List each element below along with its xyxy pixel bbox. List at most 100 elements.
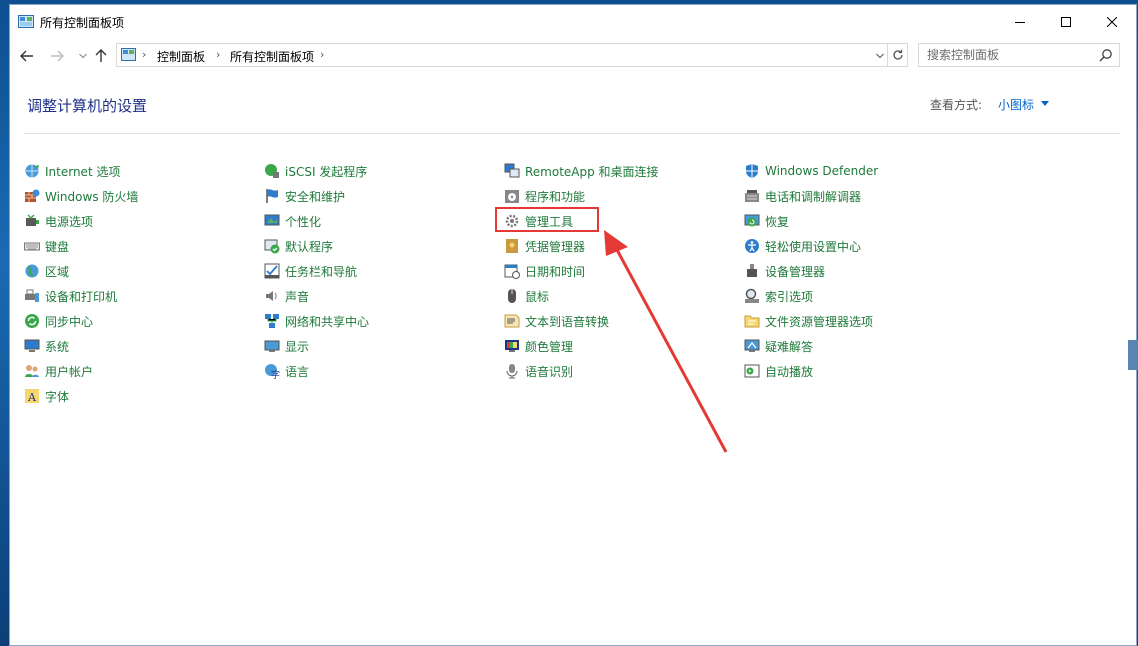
- title-bar[interactable]: 所有控制面板项: [10, 5, 1136, 39]
- sound-icon: [266, 291, 277, 301]
- user-accounts-icon: [25, 365, 39, 377]
- breadcrumb-separator[interactable]: ›: [216, 48, 220, 61]
- svg-text:字: 字: [271, 369, 280, 379]
- breadcrumb-separator[interactable]: ›: [320, 48, 324, 61]
- item-fonts[interactable]: A 字体: [24, 386, 69, 406]
- forward-button[interactable]: [48, 47, 66, 65]
- item-phone-modem[interactable]: 电话和调制解调器: [744, 186, 861, 206]
- speech-recognition-icon: [506, 364, 518, 379]
- close-icon: [1107, 17, 1117, 27]
- item-recovery[interactable]: 恢复: [744, 211, 789, 231]
- sync-center-icon: [25, 314, 39, 328]
- item-windows-defender[interactable]: Windows Defender: [744, 161, 878, 181]
- item-mouse[interactable]: 鼠标: [504, 286, 549, 306]
- region-icon: [25, 264, 39, 278]
- maximize-icon: [1061, 17, 1071, 27]
- control-panel-icon: [121, 48, 136, 61]
- item-text-to-speech[interactable]: 文本到语音转换: [504, 311, 609, 331]
- search-icon[interactable]: [1099, 48, 1113, 62]
- item-ease-of-access[interactable]: 轻松使用设置中心: [744, 236, 861, 256]
- item-remoteapp[interactable]: RemoteApp 和桌面连接: [504, 161, 659, 181]
- refresh-button[interactable]: [887, 44, 908, 66]
- back-button[interactable]: [18, 47, 36, 65]
- defender-icon: [746, 164, 758, 178]
- item-security-maintenance[interactable]: 安全和维护: [264, 186, 345, 206]
- item-internet-options[interactable]: Internet 选项: [24, 161, 120, 181]
- display-icon: [264, 340, 280, 352]
- item-autoplay[interactable]: 自动播放: [744, 361, 813, 381]
- internet-options-icon: [25, 164, 39, 178]
- address-bar[interactable]: › 控制面板 › 所有控制面板项 ›: [116, 43, 908, 67]
- item-date-time[interactable]: 日期和时间: [504, 261, 585, 281]
- breadcrumb-separator[interactable]: ›: [142, 48, 146, 61]
- item-sync-center[interactable]: 同步中心: [24, 311, 93, 331]
- chevron-down-icon: [876, 53, 884, 59]
- item-programs-features[interactable]: 程序和功能: [504, 186, 585, 206]
- caret-down-icon[interactable]: [1041, 101, 1049, 106]
- item-personalization[interactable]: 个性化: [264, 211, 321, 231]
- indexing-icon: [745, 288, 759, 303]
- item-sound[interactable]: 声音: [264, 286, 309, 306]
- window-title: 所有控制面板项: [40, 16, 125, 30]
- item-default-programs[interactable]: 默认程序: [264, 236, 333, 256]
- default-programs-icon: [264, 239, 280, 254]
- arrow-left-icon: [20, 50, 33, 62]
- search-input[interactable]: [919, 44, 1099, 66]
- svg-text:A: A: [27, 391, 37, 404]
- item-power-options[interactable]: 电源选项: [24, 211, 93, 231]
- minimize-button[interactable]: [997, 5, 1043, 39]
- recent-locations-button[interactable]: [74, 47, 92, 65]
- device-manager-icon: [747, 264, 757, 277]
- item-device-manager[interactable]: 设备管理器: [744, 261, 825, 281]
- control-panel-window: 所有控制面板项 › 控制面板 › 所有控制面板项 › 搜索控制面板 调整计算机的…: [9, 4, 1137, 646]
- close-button[interactable]: [1089, 5, 1135, 39]
- item-speech-recognition[interactable]: 语音识别: [504, 361, 573, 381]
- chevron-down-icon: [79, 53, 87, 59]
- taskbar-icon: [264, 263, 280, 279]
- item-color-management[interactable]: 颜色管理: [504, 336, 573, 356]
- item-region[interactable]: 区域: [24, 261, 69, 281]
- power-options-icon: [26, 214, 39, 226]
- security-flag-icon: [266, 189, 278, 203]
- date-time-icon: [504, 264, 520, 279]
- maximize-button[interactable]: [1043, 5, 1089, 39]
- item-iscsi-initiator[interactable]: iSCSI 发起程序: [264, 161, 367, 181]
- system-icon: [24, 339, 40, 352]
- breadcrumb-all-items[interactable]: 所有控制面板项: [230, 48, 314, 65]
- remoteapp-icon: [504, 163, 520, 178]
- item-language[interactable]: 字 语言: [264, 361, 309, 381]
- devices-printers-icon: [25, 289, 39, 302]
- search-box[interactable]: [918, 43, 1120, 67]
- minimize-icon: [1015, 22, 1025, 23]
- item-network-sharing[interactable]: 网络和共享中心: [264, 311, 369, 331]
- control-panel-icon: [18, 15, 34, 28]
- item-indexing-options[interactable]: 索引选项: [744, 286, 813, 306]
- item-user-accounts[interactable]: 用户帐户: [24, 361, 93, 381]
- credential-manager-icon: [506, 239, 518, 253]
- keyboard-icon: [24, 242, 40, 251]
- desktop-edge: [1128, 340, 1138, 370]
- refresh-icon: [893, 49, 903, 60]
- phone-modem-icon: [745, 190, 759, 202]
- folder-options-icon: [744, 315, 760, 328]
- page-title: 调整计算机的设置: [27, 97, 148, 115]
- item-taskbar-navigation[interactable]: 任务栏和导航: [264, 261, 357, 281]
- view-by-label: 查看方式:: [930, 98, 983, 112]
- up-button[interactable]: [92, 47, 110, 65]
- arrow-right-icon: [51, 50, 64, 62]
- item-credential-manager[interactable]: 凭据管理器: [504, 236, 585, 256]
- address-dropdown-button[interactable]: [873, 48, 887, 64]
- item-devices-printers[interactable]: 设备和打印机: [24, 286, 117, 306]
- item-windows-firewall[interactable]: Windows 防火墙: [24, 186, 138, 206]
- text-to-speech-icon: [504, 314, 520, 328]
- breadcrumb-control-panel[interactable]: 控制面板: [157, 48, 205, 65]
- item-system[interactable]: 系统: [24, 336, 69, 356]
- address-row: › 控制面板 › 所有控制面板项 ›: [10, 41, 1136, 71]
- item-troubleshooting[interactable]: 疑难解答: [744, 336, 813, 356]
- ease-of-access-icon: [745, 239, 759, 253]
- item-display[interactable]: 显示: [264, 336, 309, 356]
- personalization-icon: [264, 214, 280, 226]
- item-keyboard[interactable]: 键盘: [24, 236, 69, 256]
- item-folder-options[interactable]: 文件资源管理器选项: [744, 311, 873, 331]
- view-by-dropdown[interactable]: 小图标: [998, 96, 1034, 113]
